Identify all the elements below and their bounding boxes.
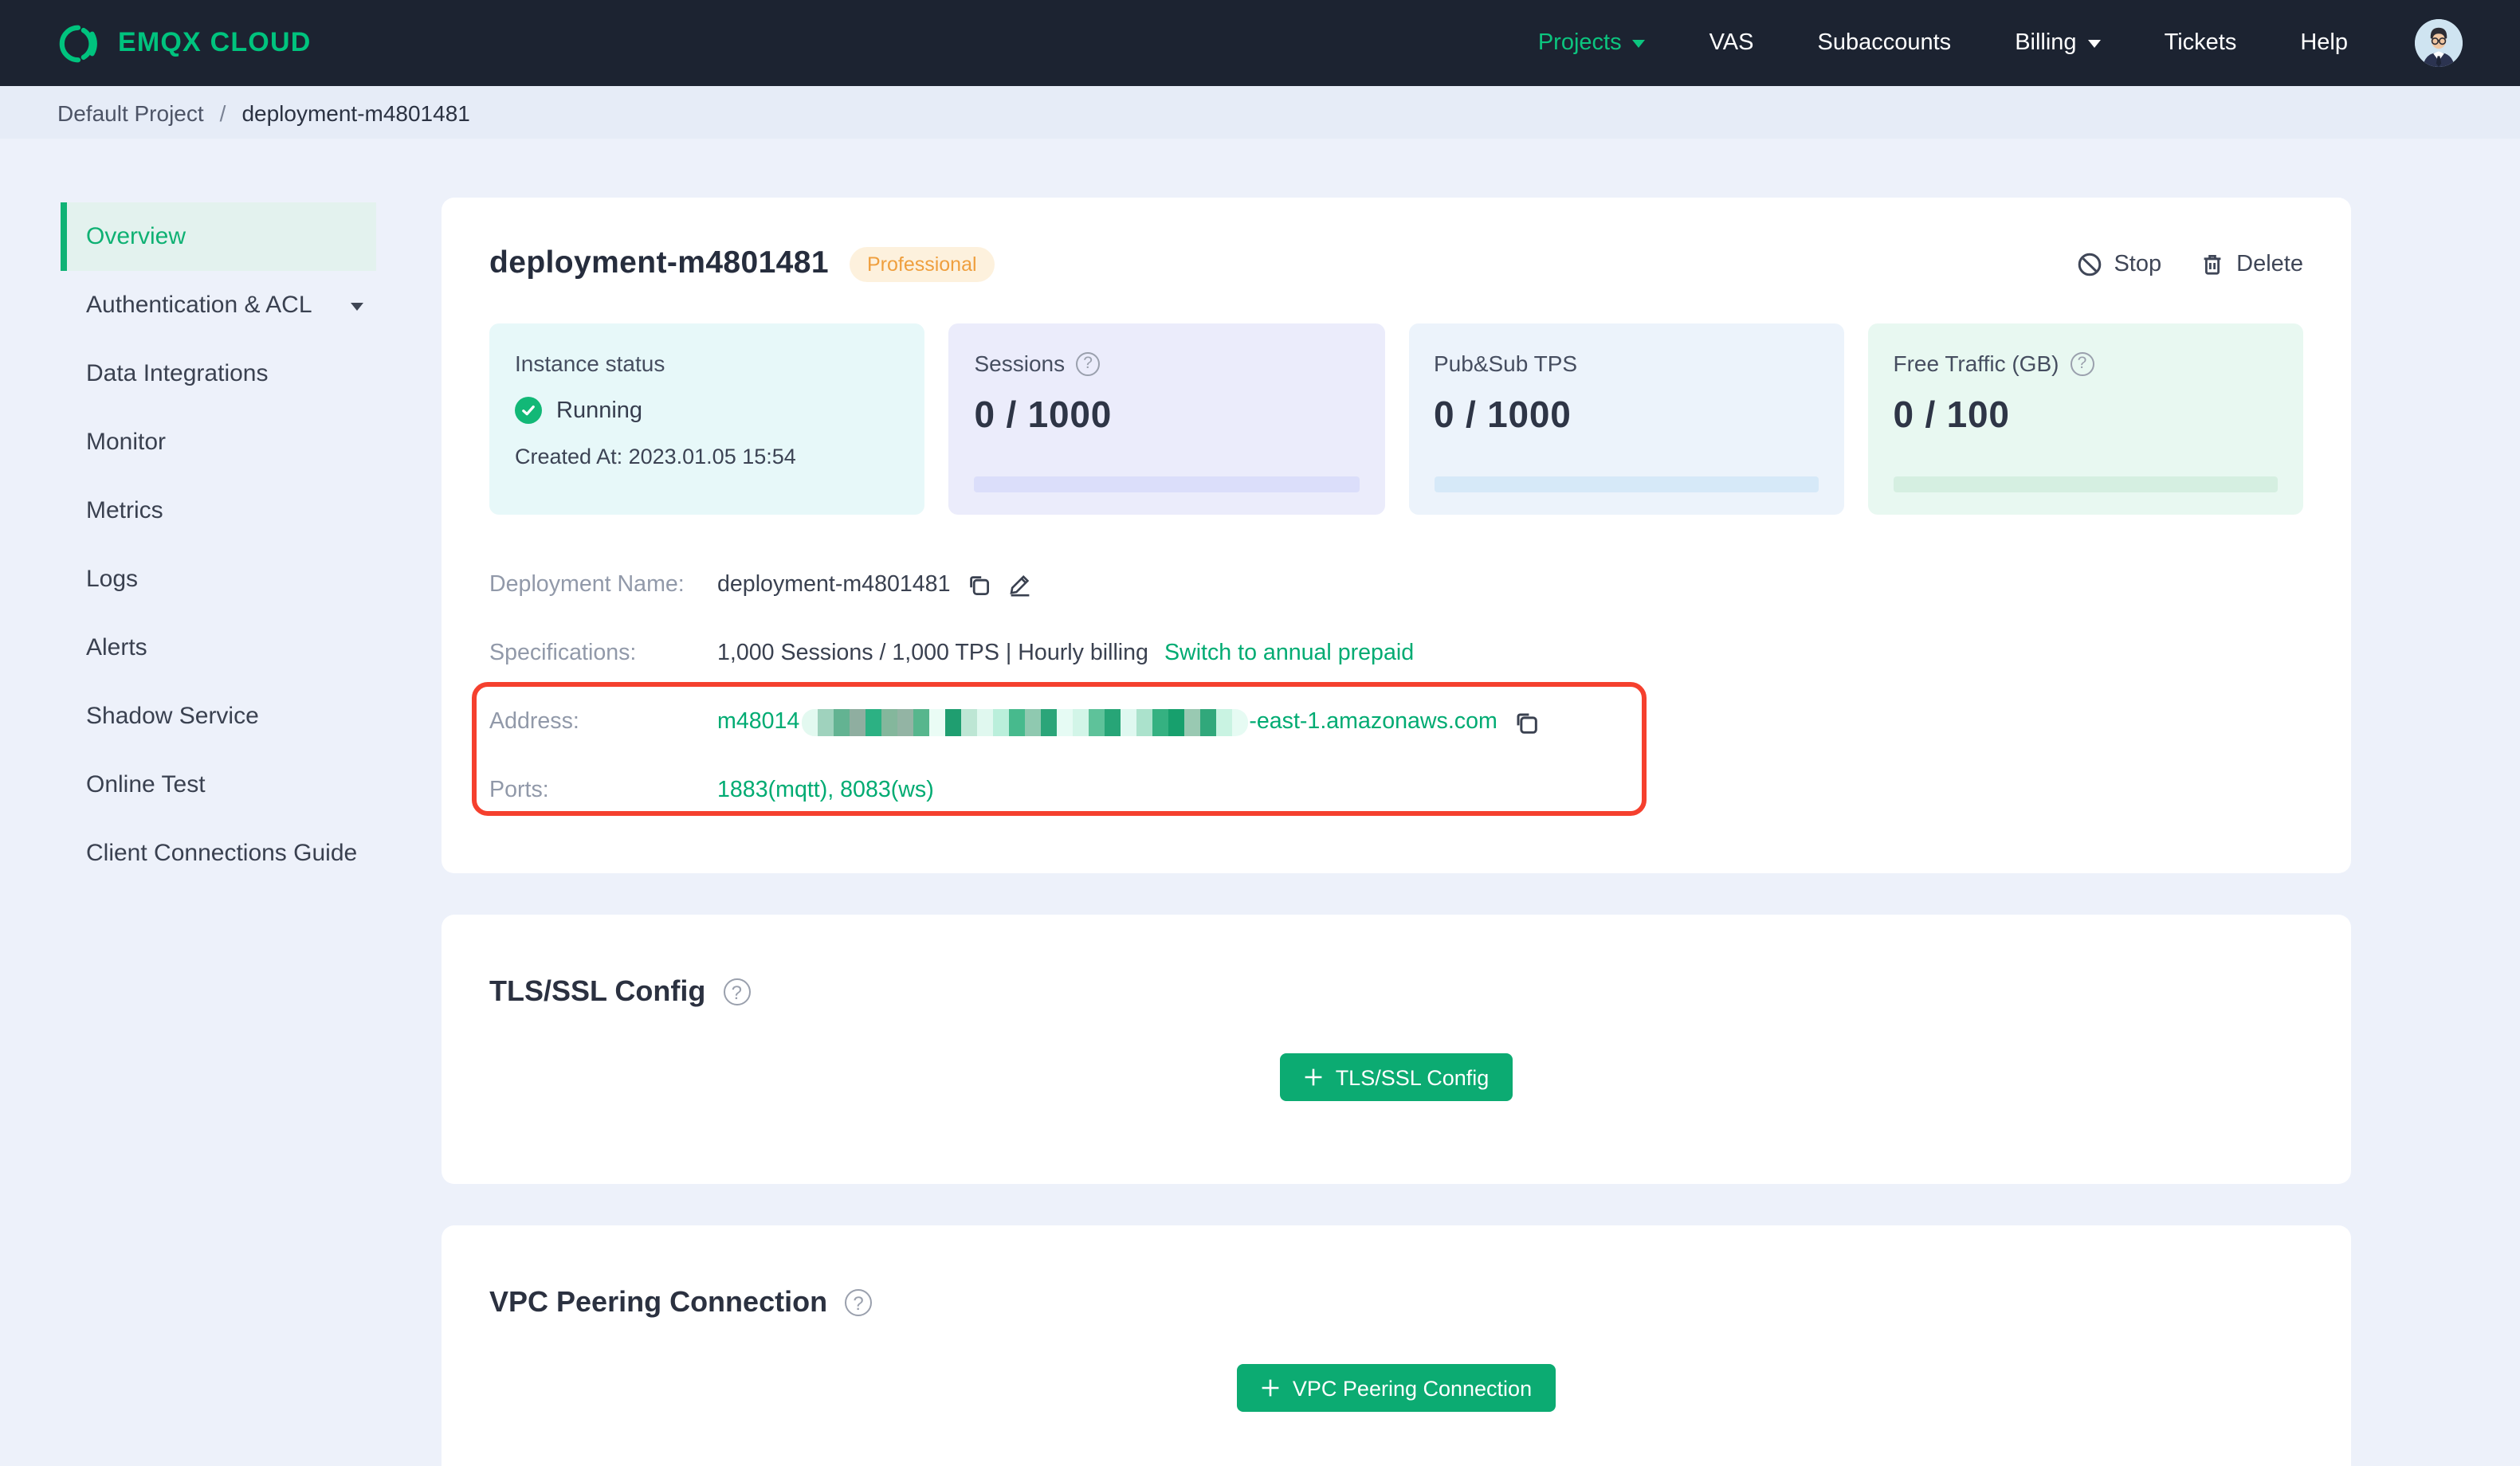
sessions-card: Sessions ? 0 / 1000 xyxy=(948,323,1384,515)
help-icon[interactable]: ? xyxy=(723,978,751,1005)
main-content: deployment-m4801481 Professional Stop De… xyxy=(442,198,2351,1466)
deployment-name-label: Deployment Name: xyxy=(489,572,685,598)
sidebar-item-overview[interactable]: Overview xyxy=(61,202,376,271)
sessions-progress-bar xyxy=(974,476,1359,492)
plus-icon xyxy=(1304,1068,1323,1087)
breadcrumb-separator: / xyxy=(219,100,226,125)
address-label: Address: xyxy=(489,709,579,735)
emqx-cloud-app: EMQX CLOUD Projects VAS Subaccounts Bill… xyxy=(0,0,2520,1466)
sidebar-item-logs[interactable]: Logs xyxy=(61,545,376,613)
free-traffic-card: Free Traffic (GB) ? 0 / 100 xyxy=(1867,323,2303,515)
nav-tickets[interactable]: Tickets xyxy=(2165,30,2237,56)
stop-icon xyxy=(2077,251,2102,276)
sidebar-item-shadow-service[interactable]: Shadow Service xyxy=(61,682,376,751)
plus-icon xyxy=(1261,1378,1280,1397)
edit-pencil-icon[interactable] xyxy=(1008,572,1034,598)
ports-value: 1883(mqtt), 8083(ws) xyxy=(717,778,934,803)
emqx-logo-icon xyxy=(57,22,100,65)
tls-ssl-title: TLS/SSL Config xyxy=(489,975,706,1007)
nav-billing[interactable]: Billing xyxy=(2015,30,2101,56)
traffic-value: 0 / 100 xyxy=(1893,394,2010,435)
sidebar-item-authentication-acl[interactable]: Authentication & ACL xyxy=(61,271,376,339)
deployment-title: deployment-m4801481 xyxy=(489,245,829,280)
sidebar-item-online-test[interactable]: Online Test xyxy=(61,751,376,819)
deployment-name-value: deployment-m4801481 xyxy=(717,572,951,598)
breadcrumb: Default Project / deployment-m4801481 xyxy=(0,86,2520,139)
add-vpc-peering-button[interactable]: VPC Peering Connection xyxy=(1236,1364,1556,1412)
copy-icon[interactable] xyxy=(1513,708,1541,735)
pubsub-tps-card: Pub&Sub TPS 0 / 1000 xyxy=(1408,323,1844,515)
deployment-overview-card: deployment-m4801481 Professional Stop De… xyxy=(442,198,2351,873)
help-icon[interactable]: ? xyxy=(1076,351,1101,375)
nav-subaccounts[interactable]: Subaccounts xyxy=(1818,30,1952,56)
brand-logo[interactable]: EMQX CLOUD xyxy=(57,22,311,65)
address-redacted xyxy=(801,708,1248,735)
nav-menu: Projects VAS Subaccounts Billing Tickets… xyxy=(1538,19,2463,67)
created-at: Created At: 2023.01.05 15:54 xyxy=(515,445,796,468)
nav-vas[interactable]: VAS xyxy=(1709,30,1754,56)
address-value: m48014 -east-1.amazonaws.com xyxy=(717,708,1497,735)
nav-help[interactable]: Help xyxy=(2300,30,2348,56)
sidebar-item-alerts[interactable]: Alerts xyxy=(61,613,376,682)
specifications-value: 1,000 Sessions / 1,000 TPS | Hourly bill… xyxy=(717,641,1148,666)
traffic-progress-bar xyxy=(1893,476,2278,492)
breadcrumb-project[interactable]: Default Project xyxy=(57,100,204,125)
chevron-down-icon xyxy=(2087,40,2101,54)
help-icon[interactable]: ? xyxy=(845,1289,873,1316)
sidebar-item-client-connections-guide[interactable]: Client Connections Guide xyxy=(61,819,376,888)
delete-button[interactable]: Delete xyxy=(2200,251,2303,276)
tps-progress-bar xyxy=(1434,476,1819,492)
stop-button[interactable]: Stop xyxy=(2077,251,2161,276)
check-circle-icon xyxy=(515,397,542,424)
sidebar: Overview Authentication & ACL Data Integ… xyxy=(0,139,442,888)
tls-ssl-card: TLS/SSL Config ? TLS/SSL Config xyxy=(442,915,2351,1184)
specifications-label: Specifications: xyxy=(489,641,637,666)
brand-name: EMQX CLOUD xyxy=(118,27,312,57)
sessions-value: 0 / 1000 xyxy=(974,394,1113,435)
nav-projects[interactable]: Projects xyxy=(1538,30,1646,56)
trash-icon xyxy=(2200,251,2225,276)
sidebar-item-data-integrations[interactable]: Data Integrations xyxy=(61,339,376,408)
user-avatar[interactable] xyxy=(2415,19,2463,67)
chevron-down-icon xyxy=(1632,40,1646,54)
instance-status-card: Instance status Running Created At: 2023… xyxy=(489,323,925,515)
top-navbar: EMQX CLOUD Projects VAS Subaccounts Bill… xyxy=(0,0,2520,86)
status-text: Running xyxy=(556,398,643,423)
plan-badge: Professional xyxy=(849,246,995,281)
copy-icon[interactable] xyxy=(967,572,992,598)
vpc-peering-title: VPC Peering Connection xyxy=(489,1286,828,1318)
ports-label: Ports: xyxy=(489,778,549,803)
sidebar-item-monitor[interactable]: Monitor xyxy=(61,408,376,476)
tps-value: 0 / 1000 xyxy=(1434,394,1572,435)
vpc-peering-card: VPC Peering Connection ? VPC Peering Con… xyxy=(442,1225,2351,1466)
switch-annual-prepaid-link[interactable]: Switch to annual prepaid xyxy=(1164,641,1414,666)
sidebar-item-metrics[interactable]: Metrics xyxy=(61,476,376,545)
chevron-down-icon xyxy=(351,302,363,316)
add-tls-ssl-config-button[interactable]: TLS/SSL Config xyxy=(1279,1053,1513,1101)
help-icon[interactable]: ? xyxy=(2070,351,2094,375)
breadcrumb-deployment: deployment-m4801481 xyxy=(241,100,470,125)
